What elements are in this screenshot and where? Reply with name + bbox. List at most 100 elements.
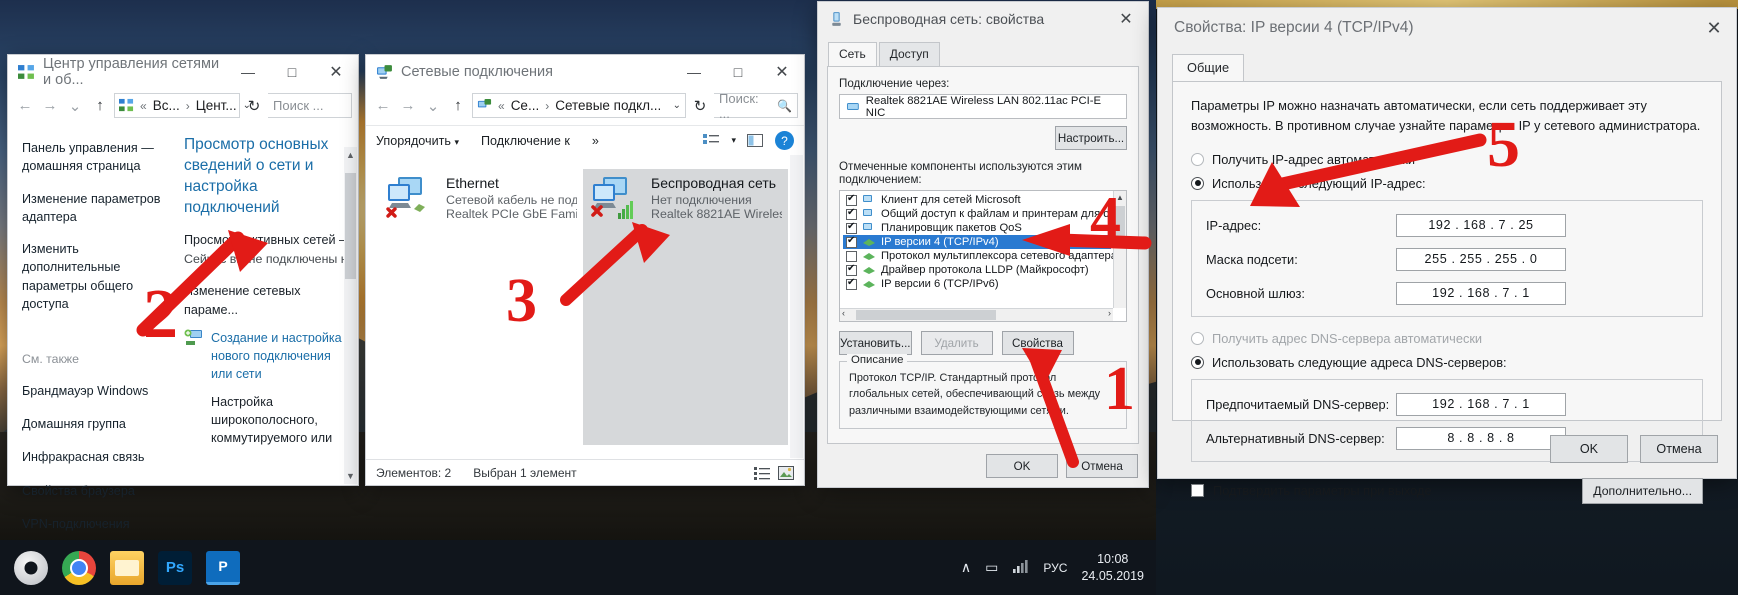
breadcrumb-part-2[interactable]: Сетевые подкл... [555, 98, 661, 113]
component-row[interactable]: Планировщик пакетов QoS [843, 221, 1111, 235]
more-commands-button[interactable]: » [592, 134, 599, 148]
maximize-button[interactable]: □ [716, 55, 760, 89]
tab-network[interactable]: Сеть [828, 42, 877, 66]
maximize-button[interactable]: □ [270, 55, 314, 89]
scrollbar-thumb[interactable] [856, 310, 996, 320]
up-button[interactable]: ↑ [89, 97, 111, 114]
search-box[interactable]: Поиск: ... 🔍 [714, 91, 798, 121]
chevron-down-icon[interactable]: ⌄ [673, 100, 681, 111]
see-also-firewall-link[interactable]: Брандмауэр Windows [22, 382, 170, 400]
obtain-dns-automatically-option[interactable]: Получить адрес DNS-сервера автоматически [1191, 331, 1703, 346]
component-checkbox[interactable] [846, 277, 857, 290]
tab-sharing[interactable]: Доступ [878, 42, 940, 66]
chrome-icon[interactable] [62, 550, 96, 585]
component-checkbox[interactable] [846, 263, 857, 276]
alternate-dns-field[interactable]: 8 . 8 . 8 . 8 [1396, 426, 1566, 450]
radio-icon[interactable] [1191, 176, 1204, 190]
advanced-button[interactable]: Дополнительно... [1582, 477, 1703, 504]
network-connections-window[interactable]: Сетевые подключения — □ ✕ ← → ⌄ ↑ « Се..… [366, 55, 804, 485]
clock[interactable]: 10:08 24.05.2019 [1081, 551, 1144, 585]
cancel-button[interactable]: Отмена [1066, 454, 1138, 478]
forward-button[interactable]: → [397, 97, 419, 114]
see-also-homegroup-link[interactable]: Домашняя группа [22, 415, 170, 433]
component-row[interactable]: IP версии 6 (TCP/IPv6) [843, 277, 1111, 291]
photoshop-icon[interactable]: Ps [158, 550, 192, 585]
recent-locations-button[interactable]: ⌄ [422, 97, 444, 115]
scroll-up-arrow[interactable]: ▲ [344, 147, 357, 163]
cancel-button[interactable]: Отмена [1640, 435, 1718, 463]
refresh-button[interactable]: ↻ [243, 97, 265, 115]
large-icons-view-icon[interactable] [778, 465, 794, 480]
control-panel-home-link[interactable]: Панель управления — домашняя страница [22, 139, 170, 176]
breadcrumb-part-1[interactable]: Вс... [153, 98, 180, 113]
start-icon[interactable] [14, 550, 48, 585]
ok-button[interactable]: OK [1550, 435, 1628, 463]
connection-item-wireless[interactable]: Беспроводная сеть Нет подключения Realte… [583, 169, 788, 445]
back-button[interactable]: ← [372, 97, 394, 114]
forward-button[interactable]: → [39, 97, 61, 114]
scroll-left-arrow[interactable]: ‹ [842, 308, 845, 318]
obtain-ip-automatically-option[interactable]: Получить IP-адрес автоматически [1191, 152, 1703, 167]
properties-button[interactable]: Свойства [1001, 331, 1074, 355]
configure-button[interactable]: Настроить... [1055, 126, 1127, 150]
radio-icon[interactable] [1191, 331, 1204, 345]
scroll-right-arrow[interactable]: › [1108, 308, 1111, 318]
ipv4-component-row[interactable]: IP версии 4 (TCP/IPv4) [843, 235, 1111, 249]
component-row[interactable]: Общий доступ к файлам и принтерам для се… [843, 207, 1126, 221]
up-button[interactable]: ↑ [447, 97, 469, 114]
file-explorer-icon[interactable] [110, 550, 144, 585]
component-checkbox[interactable] [846, 221, 857, 234]
refresh-button[interactable]: ↻ [689, 97, 711, 115]
back-button[interactable]: ← [14, 97, 36, 114]
list-scrollbar[interactable] [790, 155, 803, 458]
see-also-browser-props-link[interactable]: Свойства браузера [22, 482, 170, 500]
network-tray-icon[interactable]: ▭ [985, 559, 998, 576]
preview-pane-icon[interactable] [747, 133, 764, 148]
component-checkbox[interactable] [846, 250, 857, 262]
close-button[interactable]: ✕ [760, 55, 804, 89]
publisher-icon[interactable]: P [206, 550, 240, 585]
close-button[interactable]: ✕ [1692, 11, 1736, 45]
component-row[interactable]: Протокол мультиплексора сетевого адаптер… [843, 249, 1126, 263]
components-list[interactable]: Клиент для сетей Microsoft Общий доступ … [839, 190, 1127, 322]
tab-general[interactable]: Общие [1172, 54, 1245, 81]
ip-address-field[interactable]: 192 . 168 . 7 . 25 [1396, 213, 1566, 237]
components-horizontal-scrollbar[interactable]: ‹ › [840, 308, 1113, 321]
wifi-tray-icon[interactable] [1012, 559, 1029, 577]
ipv4-properties-dialog[interactable]: Свойства: IP версии 4 (TCP/IPv4) ✕ Общие… [1158, 8, 1736, 504]
language-indicator[interactable]: РУС [1043, 561, 1067, 575]
component-checkbox[interactable] [846, 193, 857, 206]
organize-menu-button[interactable]: Упорядочить ▾ [376, 134, 459, 148]
breadcrumb[interactable]: « Се... › Сетевые подкл... ⌄ [472, 93, 686, 118]
component-row[interactable]: Клиент для сетей Microsoft [843, 193, 1111, 207]
new-connection-task[interactable]: Создание и настройка нового подключения … [184, 329, 352, 384]
breadcrumb[interactable]: « Вс... › Цент... ⌄ [114, 93, 251, 118]
close-button[interactable]: ✕ [1104, 2, 1148, 36]
view-options-icon[interactable] [703, 133, 720, 148]
use-following-ip-radio[interactable]: Использовать следующий IP-адрес: [1191, 176, 1703, 191]
preferred-dns-field[interactable]: 192 . 168 . 7 . 1 [1396, 392, 1566, 416]
scrollbar-thumb[interactable] [345, 173, 356, 279]
default-gateway-field[interactable]: 192 . 168 . 7 . 1 [1396, 281, 1566, 305]
validate-settings-checkbox[interactable] [1191, 484, 1204, 498]
install-button[interactable]: Установить... [839, 331, 912, 355]
search-box[interactable]: Поиск ... [268, 93, 352, 118]
component-checkbox[interactable] [846, 207, 857, 220]
see-also-infrared-link[interactable]: Инфракрасная связь [22, 448, 170, 466]
details-view-icon[interactable] [754, 466, 770, 480]
use-following-dns-radio[interactable]: Использовать следующие адреса DNS-сервер… [1191, 355, 1703, 370]
radio-icon[interactable] [1191, 355, 1204, 369]
chevron-down-icon[interactable]: ▾ [731, 135, 736, 146]
taskbar[interactable]: Ps P ∧ ▭ РУС 10:08 24.05.2019 [0, 540, 1156, 595]
minimize-button[interactable]: — [226, 55, 270, 89]
minimize-button[interactable]: — [672, 55, 716, 89]
subnet-mask-field[interactable]: 255 . 255 . 255 . 0 [1396, 247, 1566, 271]
connection-item-ethernet[interactable]: Ethernet Сетевой кабель не подк... Realt… [378, 169, 583, 445]
radio-icon[interactable] [1191, 152, 1204, 166]
content-scrollbar[interactable]: ▲ ▼ [344, 147, 357, 484]
close-button[interactable]: ✕ [314, 55, 358, 89]
help-icon[interactable]: ? [775, 131, 794, 150]
scroll-down-arrow[interactable]: ▼ [344, 468, 357, 484]
component-checkbox[interactable] [846, 235, 857, 248]
ok-button[interactable]: OK [986, 454, 1058, 478]
